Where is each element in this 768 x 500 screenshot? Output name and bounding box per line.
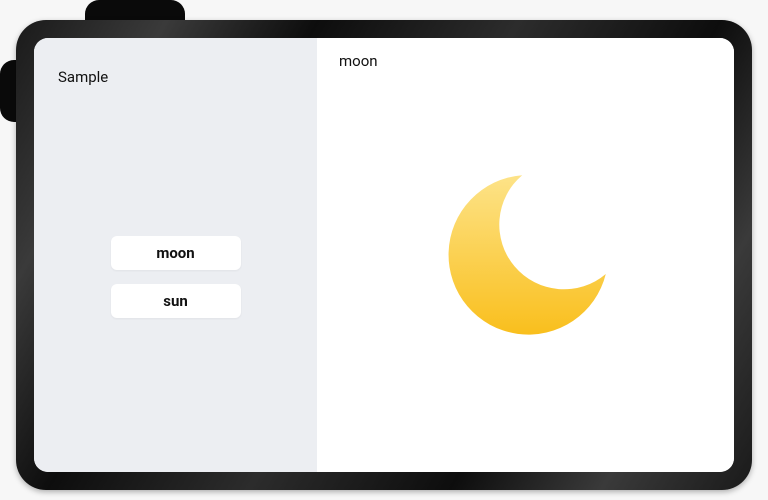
content-icon-wrap [317,38,734,472]
moon-icon [431,160,621,350]
sidebar-item-label: sun [163,292,188,310]
sidebar-item-sun[interactable]: sun [111,284,241,318]
sidebar-menu: moon sun [58,236,293,318]
sidebar-title: Sample [58,68,293,86]
screen: Sample moon sun moon [34,38,734,472]
content-pane: moon [317,38,734,472]
tablet-frame: Sample moon sun moon [16,20,752,490]
sidebar-item-moon[interactable]: moon [111,236,241,270]
sidebar: Sample moon sun [34,38,317,472]
sidebar-item-label: moon [156,244,194,262]
